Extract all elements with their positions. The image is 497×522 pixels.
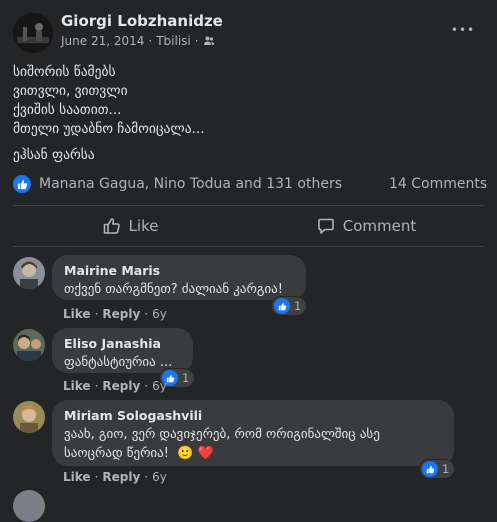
post-body-line: ქვიშის საათით... [13, 102, 122, 118]
post-body-line: მთელი უდაბნო ჩამოიცალა... [13, 121, 205, 137]
emoji-reactions: 🙂 ❤️ [177, 446, 214, 461]
comments-count[interactable]: 14 Comments [389, 176, 487, 192]
comment-icon [317, 217, 335, 235]
comment-button-label: Comment [342, 217, 417, 235]
comment-text: ვაახ, გიო, ვერ დავიჯერებ, რომ ორიგინალში… [64, 427, 380, 442]
dot-separator: · [144, 379, 149, 393]
comment-reply-link[interactable]: Reply [102, 307, 140, 321]
comment-time[interactable]: 6y [152, 379, 167, 393]
comment-reply-link[interactable]: Reply [102, 379, 140, 393]
dot-separator: · [144, 307, 149, 321]
like-button[interactable]: Like [13, 209, 248, 243]
comment-reaction-chip[interactable]: 1 [272, 297, 307, 315]
comment-author[interactable]: Miriam Sologashvili [64, 408, 442, 423]
comment-bubble: Eliso Janashia ფანტასტიურია ... [52, 328, 193, 373]
comment-actions: Like · Reply · 6y [63, 379, 167, 393]
reaction-count: 1 [294, 299, 302, 313]
post-body-line: ვითვლი, ვითვლი [13, 83, 128, 99]
more-icon: ••• [450, 23, 476, 37]
dot-separator: · [94, 470, 99, 484]
dot-separator: · [94, 307, 99, 321]
comment-like-link[interactable]: Like [63, 379, 91, 393]
commenter-avatar[interactable] [13, 257, 45, 289]
like-icon [422, 461, 438, 477]
post-meta: June 21, 2014 · Tbilisi · [61, 34, 215, 48]
comment-author[interactable]: Mairine Maris [64, 263, 294, 278]
comment-text: თქვენ თარგმნეთ? ძალიან კარგია! [64, 282, 283, 297]
comment-reply-link[interactable]: Reply [102, 470, 140, 484]
post-author-avatar[interactable] [13, 13, 53, 53]
comment-bubble: Mairine Maris თქვენ თარგმნეთ? ძალიან კარ… [52, 255, 306, 300]
comment-text: ფანტასტიურია ... [64, 355, 173, 370]
comment-time[interactable]: 6y [152, 307, 167, 321]
reaction-count: 1 [182, 371, 190, 385]
reaction-count: 1 [442, 462, 450, 476]
comment-time[interactable]: 6y [152, 470, 167, 484]
friends-icon[interactable] [203, 35, 215, 47]
comment-actions: Like · Reply · 6y [63, 307, 167, 321]
post-signature: ეჰსან ფარსა [13, 147, 95, 163]
comment-author[interactable]: Eliso Janashia [64, 336, 181, 351]
meta-separator: · [148, 34, 153, 48]
divider [13, 205, 484, 206]
more-options-button[interactable]: ••• [450, 20, 476, 40]
dot-separator: · [94, 379, 99, 393]
commenter-avatar[interactable] [13, 401, 45, 433]
commenter-avatar[interactable] [13, 329, 45, 361]
meta-separator-2: · [194, 34, 199, 48]
comment-bubble: Miriam Sologashvili ვაახ, გიო, ვერ დავიჯ… [52, 400, 454, 466]
reactions-text: Manana Gagua, Nino Todua and 131 others [39, 176, 343, 192]
comment-text-line-2: საოცრად წერია! 🙂 ❤️ [64, 444, 442, 463]
like-icon [13, 175, 31, 193]
reactions-summary[interactable]: Manana Gagua, Nino Todua and 131 others [13, 175, 342, 193]
comment-text: საოცრად წერია! [64, 446, 169, 461]
post-location[interactable]: Tbilisi [156, 34, 191, 48]
post-author-name[interactable]: Giorgi Lobzhanidze [61, 12, 223, 30]
comment-like-link[interactable]: Like [63, 470, 91, 484]
dot-separator: · [144, 470, 149, 484]
divider [13, 246, 484, 247]
post-body-line: სიშორის წამებს [13, 64, 116, 80]
comment-like-link[interactable]: Like [63, 307, 91, 321]
comment-reaction-chip[interactable]: 1 [420, 460, 455, 478]
like-icon [274, 298, 290, 314]
comment-button[interactable]: Comment [249, 209, 484, 243]
commenter-avatar[interactable] [13, 490, 45, 522]
comment-actions: Like · Reply · 6y [63, 470, 167, 484]
like-button-label: Like [128, 217, 159, 235]
post-date[interactable]: June 21, 2014 [61, 34, 144, 48]
thumbs-up-icon [103, 217, 121, 235]
